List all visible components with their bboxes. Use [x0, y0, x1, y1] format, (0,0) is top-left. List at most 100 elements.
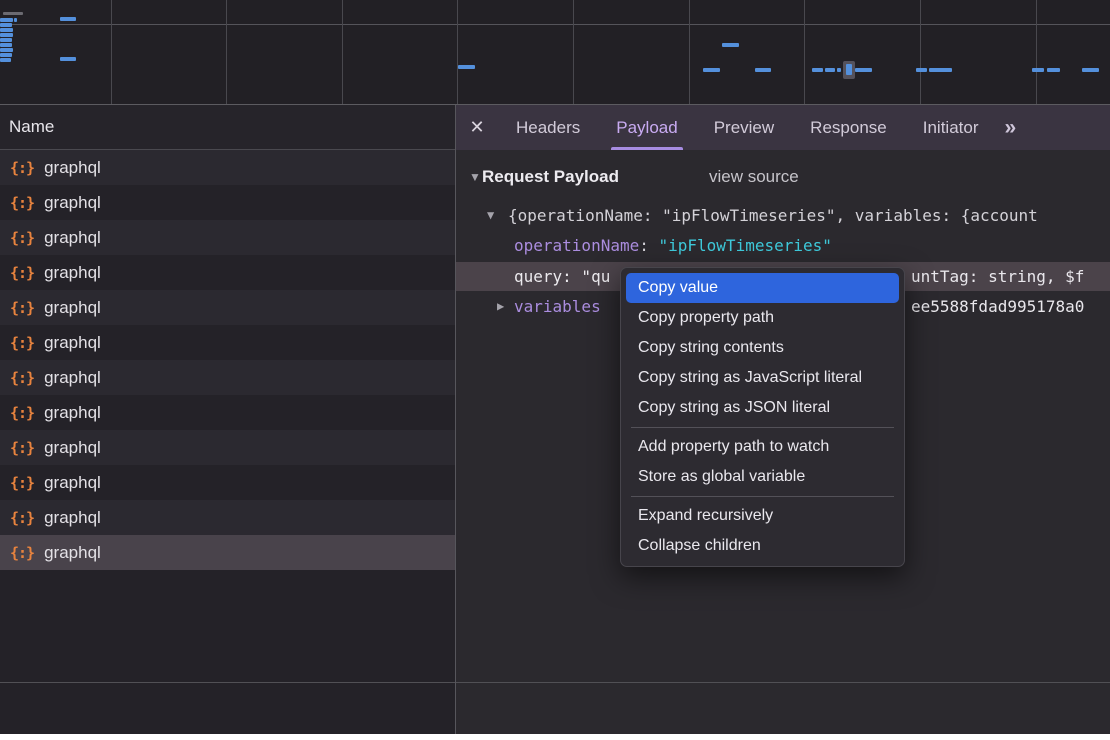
request-payload-section-header: ▼ Request Payload view source [456, 164, 1110, 190]
menu-item-copy-value[interactable]: Copy value [626, 273, 899, 303]
json-request-icon: {:} [10, 334, 34, 352]
network-request-row[interactable]: {:} graphql [0, 325, 455, 360]
request-name-label: graphql [44, 473, 101, 493]
request-name-label: graphql [44, 403, 101, 423]
query-text-left: query: "qu [514, 267, 610, 286]
request-timing-bar [0, 48, 13, 52]
request-timing-bar [0, 43, 12, 47]
query-text-right: untTag: string, $f [911, 267, 1084, 286]
pane-divider[interactable] [455, 105, 456, 734]
time-gridline [111, 0, 112, 104]
request-timing-bar [0, 28, 13, 32]
tab-initiator[interactable]: Initiator [905, 105, 997, 150]
json-request-icon: {:} [10, 299, 34, 317]
name-column-header[interactable]: Name [0, 105, 455, 150]
network-request-row[interactable]: {:} graphql [0, 290, 455, 325]
network-request-row[interactable]: {:} graphql [0, 150, 455, 185]
hovered-bar [846, 64, 852, 75]
request-timing-bar [0, 53, 12, 57]
payload-root-row[interactable]: ▼ {operationName: "ipFlowTimeseries", va… [456, 200, 1110, 230]
screenshot-bottom-edge [0, 734, 1110, 740]
key-separator: : [639, 236, 658, 255]
network-request-row[interactable]: {:} graphql [0, 220, 455, 255]
context-menu: Copy valueCopy property pathCopy string … [620, 267, 905, 567]
view-source-link[interactable]: view source [709, 167, 799, 187]
request-timing-bar [0, 23, 12, 27]
time-gridline [1036, 0, 1037, 104]
network-request-row[interactable]: {:} graphql [0, 255, 455, 290]
request-timing-bar [1032, 68, 1044, 72]
request-timing-bar [722, 43, 739, 47]
json-request-icon: {:} [10, 229, 34, 247]
json-request-icon: {:} [10, 194, 34, 212]
request-timing-bar [14, 18, 17, 22]
network-request-row[interactable]: {:} graphql [0, 535, 455, 570]
section-expand-icon[interactable]: ▼ [469, 170, 481, 184]
tab-response[interactable]: Response [792, 105, 905, 150]
network-request-row[interactable]: {:} graphql [0, 395, 455, 430]
request-name-label: graphql [44, 263, 101, 283]
time-gridline [457, 0, 458, 104]
request-name-label: graphql [44, 508, 101, 528]
network-request-row[interactable]: {:} graphql [0, 500, 455, 535]
tab-preview[interactable]: Preview [696, 105, 792, 150]
menu-item-copy-string-contents[interactable]: Copy string contents [621, 333, 904, 363]
request-timing-bar [703, 68, 720, 72]
request-timing-bar [1047, 68, 1060, 72]
json-request-icon: {:} [10, 544, 34, 562]
network-request-row[interactable]: {:} graphql [0, 430, 455, 465]
time-gridline [226, 0, 227, 104]
json-request-icon: {:} [10, 369, 34, 387]
request-name-label: graphql [44, 368, 101, 388]
json-request-icon: {:} [10, 439, 34, 457]
time-gridline [920, 0, 921, 104]
json-request-icon: {:} [10, 404, 34, 422]
name-column-label: Name [9, 117, 54, 137]
network-request-row[interactable]: {:} graphql [0, 360, 455, 395]
menu-separator [631, 427, 894, 428]
more-tabs-icon[interactable]: » [996, 116, 1024, 140]
variables-text-right: ee5588fdad995178a0 [911, 297, 1084, 316]
json-request-icon: {:} [10, 264, 34, 282]
network-overview-timeline[interactable] [0, 0, 1110, 105]
request-timing-bar [825, 68, 835, 72]
close-icon[interactable]: ✕ [456, 117, 498, 138]
tree-expand-icon[interactable]: ▼ [487, 208, 494, 222]
menu-item-copy-string-as-javascript-literal[interactable]: Copy string as JavaScript literal [621, 363, 904, 393]
devtools-network-panel: Name {:} graphql {:} graphql {:} graphql… [0, 0, 1110, 740]
request-timing-bar [458, 65, 475, 69]
hovered-bar-highlight [843, 61, 855, 79]
request-timing-bar [0, 58, 11, 62]
request-timing-bar [0, 18, 13, 22]
request-timing-bar [929, 68, 952, 72]
request-timing-bar [0, 33, 13, 37]
request-timing-bar [855, 68, 872, 72]
menu-item-copy-property-path[interactable]: Copy property path [621, 303, 904, 333]
time-gridline [573, 0, 574, 104]
menu-item-collapse-children[interactable]: Collapse children [621, 531, 904, 561]
menu-item-store-as-global-variable[interactable]: Store as global variable [621, 462, 904, 492]
tab-payload[interactable]: Payload [598, 105, 695, 150]
menu-item-expand-recursively[interactable]: Expand recursively [621, 501, 904, 531]
request-timing-bar [755, 68, 771, 72]
detail-tabs: HeadersPayloadPreviewResponseInitiator [498, 105, 996, 150]
status-bar-divider [0, 682, 1110, 683]
payload-row-operation-name[interactable]: operationName: "ipFlowTimeseries" [456, 230, 1110, 260]
menu-item-copy-string-as-json-literal[interactable]: Copy string as JSON literal [621, 393, 904, 423]
menu-item-add-property-path-to-watch[interactable]: Add property path to watch [621, 432, 904, 462]
network-request-row[interactable]: {:} graphql [0, 465, 455, 500]
tree-collapsed-icon[interactable]: ▶ [497, 299, 504, 313]
request-timing-bar [1082, 68, 1099, 72]
request-timing-bar [3, 12, 23, 15]
request-name-label: graphql [44, 333, 101, 353]
tab-headers[interactable]: Headers [498, 105, 598, 150]
request-name-label: graphql [44, 438, 101, 458]
overview-lane-divider [0, 24, 1110, 25]
json-request-icon: {:} [10, 159, 34, 177]
network-request-row[interactable]: {:} graphql [0, 185, 455, 220]
request-timing-bar [812, 68, 823, 72]
request-timing-bar [837, 68, 841, 72]
request-name-label: graphql [44, 158, 101, 178]
property-key: variables [514, 297, 601, 316]
request-timing-bar [0, 38, 12, 42]
